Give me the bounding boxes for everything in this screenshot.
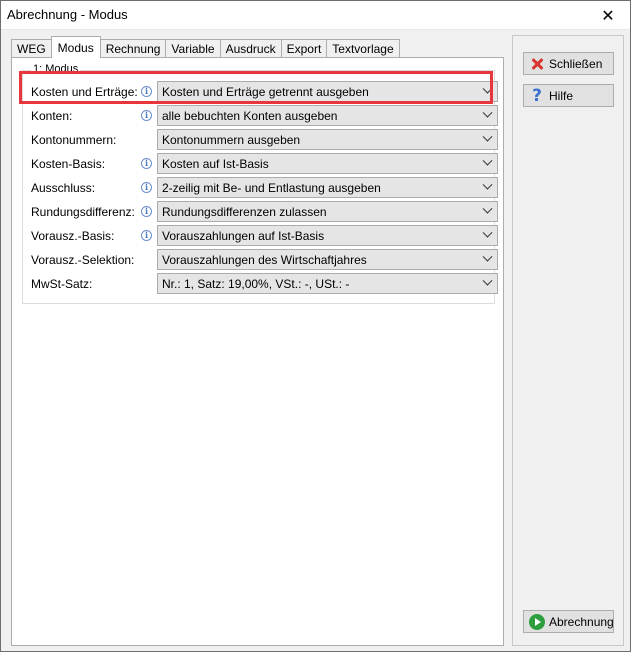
label-vorausz-selektion: Vorausz.-Selektion: <box>31 253 135 267</box>
label-ausschluss: Ausschluss: <box>31 181 96 195</box>
select-value: Vorauszahlungen auf Ist-Basis <box>162 229 325 243</box>
close-button[interactable]: Schließen <box>523 52 614 75</box>
select-value: Rundungsdifferenzen zulassen <box>162 205 327 219</box>
label-konten: Konten: <box>31 109 73 123</box>
help-button-label: Hilfe <box>549 88 574 103</box>
select-rundungsdifferenz[interactable]: Rundungsdifferenzen zulassen <box>157 201 498 222</box>
chevron-down-icon <box>482 275 493 286</box>
select-value: Kosten auf Ist-Basis <box>162 157 269 171</box>
close-icon <box>529 56 545 72</box>
arrow-right-icon <box>529 613 545 630</box>
label-kosten-basis: Kosten-Basis: <box>31 157 106 171</box>
select-value: Vorauszahlungen des Wirtschaftjahres <box>162 253 367 267</box>
label-mwst-satz: MwSt-Satz: <box>31 277 93 291</box>
billing-button[interactable]: Abrechnung <box>523 610 614 633</box>
select-value: Kontonummern ausgeben <box>162 133 301 147</box>
title-bar: Abrechnung - Modus ✕ <box>1 1 630 30</box>
tab-rechnung[interactable]: Rechnung <box>99 39 167 58</box>
select-value: Nr.: 1, Satz: 19,00%, VSt.: -, USt.: - <box>162 277 350 291</box>
select-value: alle bebuchten Konten ausgeben <box>162 109 338 123</box>
row-vorausz-selektion: Vorausz.-Selektion: Vorauszahlungen des … <box>23 249 498 271</box>
label-vorausz-basis: Vorausz.-Basis: <box>31 229 115 243</box>
select-kosten-ertraege[interactable]: Kosten und Erträge getrennt ausgeben <box>157 81 498 102</box>
help-icon: ? <box>532 85 542 106</box>
select-kontonummern[interactable]: Kontonummern ausgeben <box>157 129 498 150</box>
chevron-down-icon <box>482 227 493 238</box>
label-kosten-ertraege: Kosten und Erträge: <box>31 85 138 99</box>
tab-variable[interactable]: Variable <box>165 39 221 58</box>
select-kosten-basis[interactable]: Kosten auf Ist-Basis <box>157 153 498 174</box>
billing-button-label: Abrechnung <box>549 614 614 629</box>
info-icon[interactable]: i <box>141 206 152 217</box>
row-vorausz-basis: Vorausz.-Basis: i Vorauszahlungen auf Is… <box>23 225 498 247</box>
select-ausschluss[interactable]: 2-zeilig mit Be- und Entlastung ausgeben <box>157 177 498 198</box>
chevron-down-icon <box>482 131 493 142</box>
info-icon[interactable]: i <box>141 230 152 241</box>
chevron-down-icon <box>482 203 493 214</box>
label-rundungsdifferenz: Rundungsdifferenz: <box>31 205 135 219</box>
chevron-down-icon <box>482 251 493 262</box>
dialog-window: Abrechnung - Modus ✕ WEG Modus Rechnung … <box>0 0 631 652</box>
tab-ausdruck[interactable]: Ausdruck <box>219 39 282 58</box>
tab-panel-modus: 1: Modus Kosten und Erträge: i Kosten un… <box>11 57 504 646</box>
select-value: 2-zeilig mit Be- und Entlastung ausgeben <box>162 181 381 195</box>
info-icon[interactable]: i <box>141 182 152 193</box>
tab-modus[interactable]: Modus <box>50 36 101 58</box>
tab-strip: WEG Modus Rechnung Variable Ausdruck Exp… <box>11 36 400 58</box>
info-icon[interactable]: i <box>141 86 152 97</box>
window-title: Abrechnung - Modus <box>7 7 128 22</box>
chevron-down-icon <box>482 83 493 94</box>
group-modus: 1: Modus Kosten und Erträge: i Kosten un… <box>22 63 498 304</box>
label-kontonummern: Kontonummern: <box>31 133 117 147</box>
close-icon[interactable]: ✕ <box>586 1 630 30</box>
select-konten[interactable]: alle bebuchten Konten ausgeben <box>157 105 498 126</box>
tab-export[interactable]: Export <box>280 39 328 58</box>
close-button-label: Schließen <box>549 56 603 71</box>
info-icon[interactable]: i <box>141 110 152 121</box>
info-icon[interactable]: i <box>141 158 152 169</box>
row-ausschluss: Ausschluss: i 2-zeilig mit Be- und Entla… <box>23 177 498 199</box>
row-kontonummern: Kontonummern: Kontonummern ausgeben <box>23 129 498 151</box>
row-kosten-basis: Kosten-Basis: i Kosten auf Ist-Basis <box>23 153 498 175</box>
row-rundungsdifferenz: Rundungsdifferenz: i Rundungsdifferenzen… <box>23 201 498 223</box>
tab-textvorlage[interactable]: Textvorlage <box>326 39 400 58</box>
tab-weg[interactable]: WEG <box>11 39 52 58</box>
chevron-down-icon <box>482 107 493 118</box>
row-kosten-ertraege: Kosten und Erträge: i Kosten und Erträge… <box>23 81 498 103</box>
group-title: 1: Modus <box>31 63 81 75</box>
select-vorausz-selektion[interactable]: Vorauszahlungen des Wirtschaftjahres <box>157 249 498 270</box>
select-vorausz-basis[interactable]: Vorauszahlungen auf Ist-Basis <box>157 225 498 246</box>
row-konten: Konten: i alle bebuchten Konten ausgeben <box>23 105 498 127</box>
help-button[interactable]: ? Hilfe <box>523 84 614 107</box>
row-mwst-satz: MwSt-Satz: Nr.: 1, Satz: 19,00%, VSt.: -… <box>23 273 498 295</box>
select-value: Kosten und Erträge getrennt ausgeben <box>162 85 369 99</box>
chevron-down-icon <box>482 179 493 190</box>
button-panel <box>512 35 624 646</box>
select-mwst-satz[interactable]: Nr.: 1, Satz: 19,00%, VSt.: -, USt.: - <box>157 273 498 294</box>
chevron-down-icon <box>482 155 493 166</box>
